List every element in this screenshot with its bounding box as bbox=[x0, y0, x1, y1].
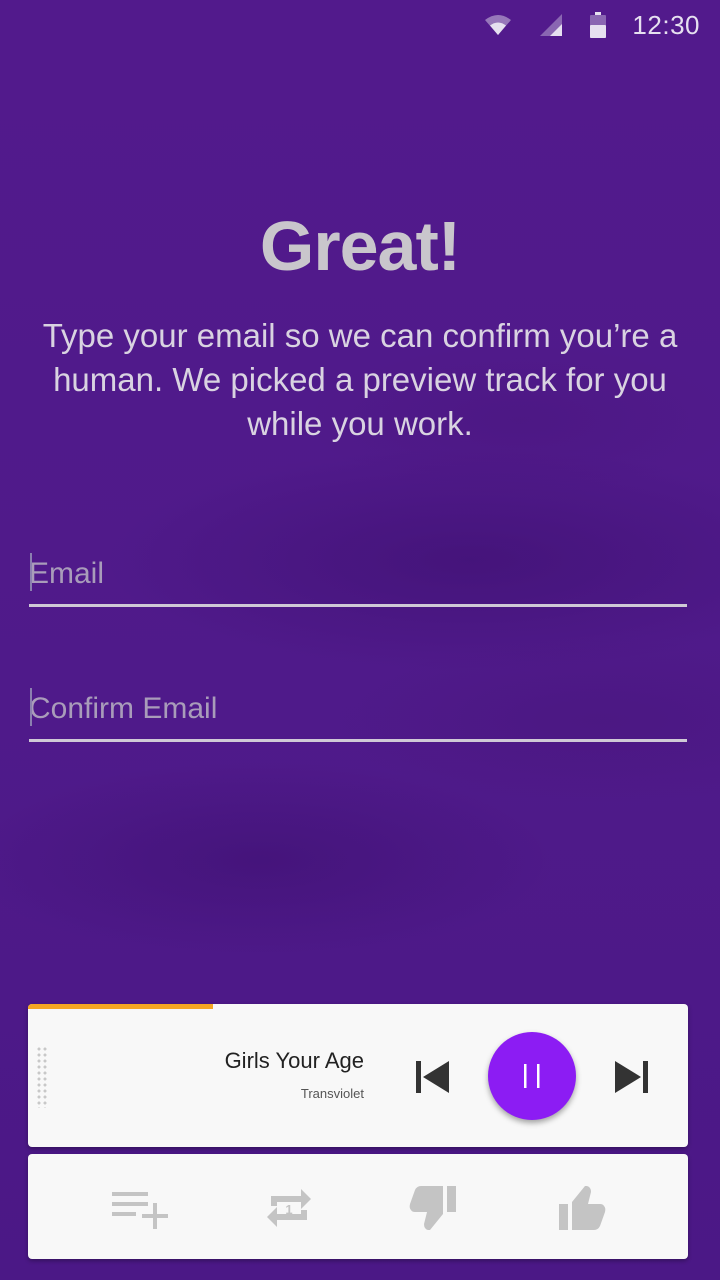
confirm-email-input[interactable] bbox=[29, 672, 687, 739]
thumb-up-icon bbox=[559, 1186, 606, 1230]
wifi-icon bbox=[484, 13, 512, 37]
drag-handle[interactable] bbox=[36, 1046, 48, 1108]
skip-next-icon bbox=[615, 1061, 648, 1093]
page-description: Type your email so we can confirm you’re… bbox=[42, 317, 678, 442]
track-artist: Transviolet bbox=[300, 1086, 364, 1101]
next-track-button[interactable] bbox=[606, 1052, 656, 1102]
add-to-queue-icon bbox=[112, 1192, 168, 1229]
progress-bar[interactable] bbox=[28, 1004, 688, 1009]
thumb-down-button[interactable] bbox=[402, 1180, 466, 1236]
mini-player: Girls Your Age Transviolet bbox=[28, 1004, 688, 1147]
previous-track-button[interactable] bbox=[408, 1052, 458, 1102]
repeat-one-icon: 1 bbox=[267, 1189, 311, 1227]
thumb-up-button[interactable] bbox=[549, 1180, 613, 1236]
status-bar: 12:30 bbox=[0, 0, 720, 50]
text-cursor bbox=[30, 688, 32, 726]
page-title: Great! bbox=[259, 207, 461, 285]
pause-button[interactable] bbox=[488, 1032, 576, 1120]
confirm-email-field-wrapper bbox=[29, 672, 687, 742]
skip-previous-icon bbox=[416, 1061, 449, 1093]
email-field-wrapper bbox=[29, 537, 687, 607]
thumb-down-icon bbox=[409, 1186, 456, 1230]
svg-text:1: 1 bbox=[285, 1202, 292, 1217]
text-cursor bbox=[30, 553, 32, 591]
battery-icon bbox=[590, 12, 607, 38]
signal-icon bbox=[538, 13, 564, 37]
player-actions-bar: 1 bbox=[28, 1154, 688, 1259]
repeat-one-button[interactable]: 1 bbox=[257, 1180, 321, 1236]
status-time: 12:30 bbox=[632, 9, 700, 40]
progress-fill bbox=[28, 1004, 213, 1009]
track-title: Girls Your Age bbox=[224, 1048, 364, 1073]
email-input[interactable] bbox=[29, 537, 687, 604]
add-to-queue-button[interactable] bbox=[108, 1180, 172, 1236]
pause-icon bbox=[524, 1064, 540, 1088]
